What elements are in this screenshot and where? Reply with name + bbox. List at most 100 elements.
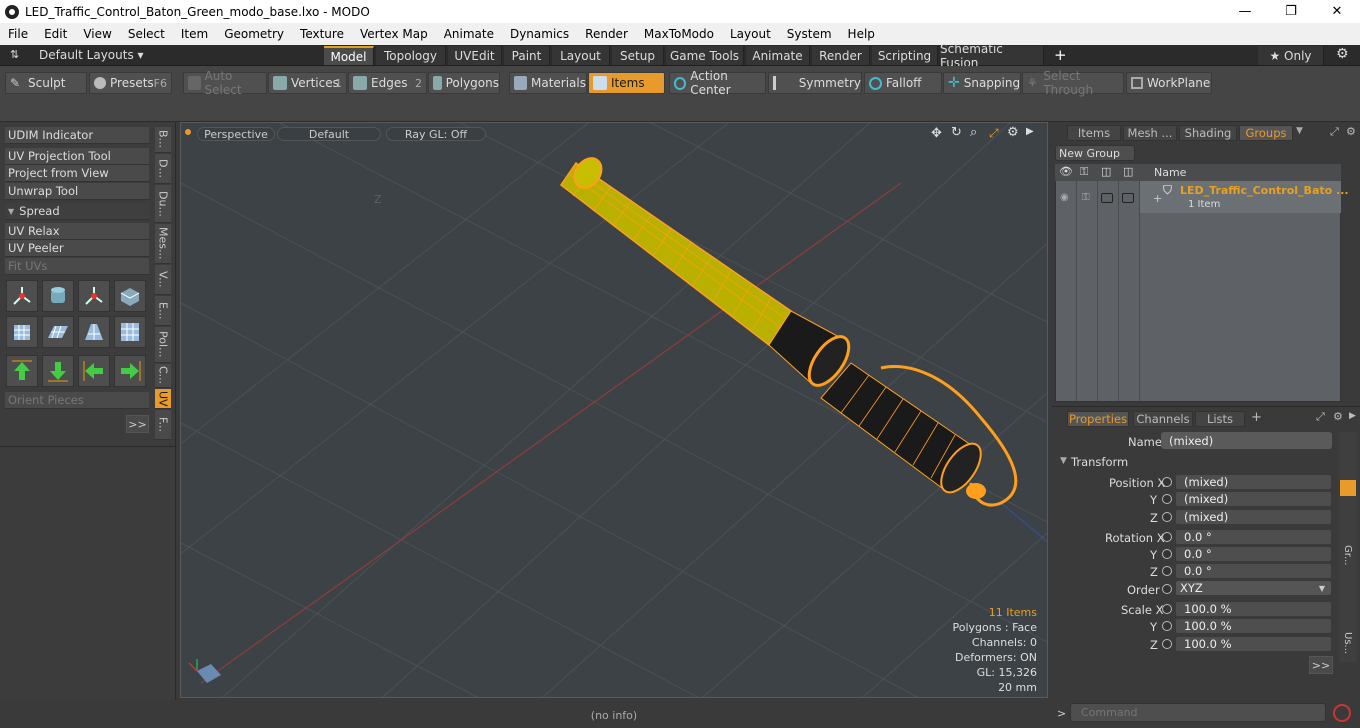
tab-channels[interactable]: Channels [1133,411,1193,427]
new-group-button[interactable]: New Group [1055,145,1135,161]
menu-layout[interactable]: Layout [722,27,779,41]
materials-button[interactable]: Materials [509,72,587,94]
arrow-right-icon[interactable] [114,355,146,387]
viewport-expand-icon[interactable]: ▶ [1026,126,1034,137]
render-icon[interactable]: ◫ [1123,165,1133,178]
workplane-button[interactable]: WorkPlane [1126,72,1212,94]
panel-settings-icon[interactable]: ⚙ [1346,125,1356,138]
symmetry-button[interactable]: Symmetry [768,72,862,94]
menu-maxtomodo[interactable]: MaxToModo [636,27,722,41]
uv-peeler-button[interactable]: UV Peeler [5,240,149,257]
menu-geometry[interactable]: Geometry [216,27,292,41]
rotate-icon[interactable]: ↻ [951,125,962,140]
scale-x-field[interactable]: 100.0 % [1175,601,1332,617]
uv-perspective-icon[interactable] [78,316,110,348]
tab-animate[interactable]: Animate [746,46,810,65]
menu-animate[interactable]: Animate [436,27,502,41]
edges-button[interactable]: Edges 2 [348,72,427,94]
select-through-button[interactable]: ⚘ Select Through [1022,69,1124,97]
menu-vertex-map[interactable]: Vertex Map [352,27,436,41]
arrow-up-icon[interactable] [6,355,38,387]
order-dropdown[interactable]: XYZ ▼ [1175,580,1332,596]
orient-pieces-button[interactable]: Orient Pieces [5,392,149,409]
add-tab-button[interactable]: + [1054,46,1067,64]
action-center-button[interactable]: Action Center [669,69,766,97]
uv-move-icon[interactable] [78,280,110,312]
scale-z-radio[interactable] [1162,639,1172,649]
scale-z-field[interactable]: 100.0 % [1175,636,1332,652]
sculpt-button[interactable]: ✎ Sculpt [5,72,87,94]
uv-relax-button[interactable]: UV Relax [5,223,149,240]
tab-properties[interactable]: Properties [1067,411,1129,427]
menu-help[interactable]: Help [840,27,883,41]
project-from-view-button[interactable]: Project from View [5,165,149,182]
position-y-field[interactable]: (mixed) [1175,491,1332,507]
vtab-mes[interactable]: Mes... [155,224,171,264]
vtab-v[interactable]: V... [155,265,171,295]
maximize-button[interactable]: ❐ [1268,0,1314,23]
arrow-left-icon[interactable] [78,355,110,387]
chevron-down-icon[interactable]: ▼ [1296,126,1303,136]
vtab-d[interactable]: D... [155,154,171,184]
viewport-menu-dot[interactable] [185,129,191,135]
lock-icon[interactable]: ⚿ [1080,165,1088,179]
menu-render[interactable]: Render [577,27,636,41]
polygons-button[interactable]: Polygons [428,72,500,94]
row-lock-icon[interactable]: ⚿ [1082,192,1090,203]
name-field[interactable]: (mixed) [1161,432,1332,449]
position-z-radio[interactable] [1162,512,1172,522]
menu-texture[interactable]: Texture [292,27,352,41]
tab-setup[interactable]: Setup [612,46,664,65]
gear-icon[interactable]: ⚙ [1336,46,1349,62]
props-more-button[interactable]: >> [1309,656,1333,674]
rotation-x-radio[interactable] [1162,532,1172,542]
tab-items[interactable]: Items [1067,125,1121,141]
tab-render[interactable]: Render [812,46,870,65]
menu-system[interactable]: System [779,27,840,41]
row-select-checkbox[interactable] [1101,193,1113,203]
items-button[interactable]: Items [588,72,665,94]
vtab-f[interactable]: F... [155,410,171,440]
collapse-icon[interactable]: ▼ [1060,456,1067,466]
uv-projection-tool-button[interactable]: UV Projection Tool [5,148,149,165]
uv-box-icon[interactable] [114,280,146,312]
scale-y-radio[interactable] [1162,621,1172,631]
command-input[interactable] [1070,703,1326,722]
arrow-down-icon[interactable] [42,355,74,387]
vtab-du[interactable]: Du... [155,185,171,223]
rotation-y-radio[interactable] [1162,549,1172,559]
menu-item[interactable]: Item [173,27,216,41]
perspective-dropdown[interactable]: Perspective [197,127,275,141]
tab-mesh[interactable]: Mesh ... [1123,125,1177,141]
scale-y-field[interactable]: 100.0 % [1175,618,1332,634]
zoom-icon[interactable]: ⌕ [970,125,977,140]
tab-scripting[interactable]: Scripting [872,46,938,65]
tab-groups[interactable]: Groups [1239,125,1293,141]
vtab-e[interactable]: E... [155,296,171,326]
only-toggle[interactable]: ★ Only [1258,46,1324,65]
position-y-radio[interactable] [1162,494,1172,504]
menu-dynamics[interactable]: Dynamics [502,27,577,41]
3d-viewport[interactable]: Z Perspective Default Ray GL: Off ✥ ↻ ⌕ … [180,122,1048,698]
tab-lists[interactable]: Lists [1195,411,1245,427]
pan-icon[interactable]: ✥ [931,126,942,141]
eye-icon[interactable]: 👁 [1059,165,1073,178]
rotation-y-field[interactable]: 0.0 ° [1175,546,1332,562]
transform-section[interactable]: Transform [1071,455,1128,469]
rotation-x-field[interactable]: 0.0 ° [1175,529,1332,545]
expand-plus-icon[interactable]: + [1153,192,1162,205]
group-name[interactable]: LED_Traffic_Control_Bato ... [1180,184,1349,197]
raygl-toggle[interactable]: Ray GL: Off [386,127,486,141]
scale-x-radio[interactable] [1162,604,1172,614]
layout-switch-icon[interactable]: ⇅ [10,48,19,61]
vtab-c[interactable]: C... [155,364,171,388]
tab-uvedit[interactable]: UVEdit [448,46,502,65]
vtab-pol[interactable]: Pol... [155,327,171,363]
tab-shading[interactable]: Shading [1179,125,1237,141]
position-z-field[interactable]: (mixed) [1175,509,1332,525]
menu-file[interactable]: File [0,27,36,41]
panel-expand-icon[interactable]: ⤢ [1330,125,1339,139]
tab-game-tools[interactable]: Game Tools [666,46,744,65]
shading-default-dropdown[interactable]: Default [277,127,381,141]
add-tab-icon[interactable]: + [1251,410,1262,425]
